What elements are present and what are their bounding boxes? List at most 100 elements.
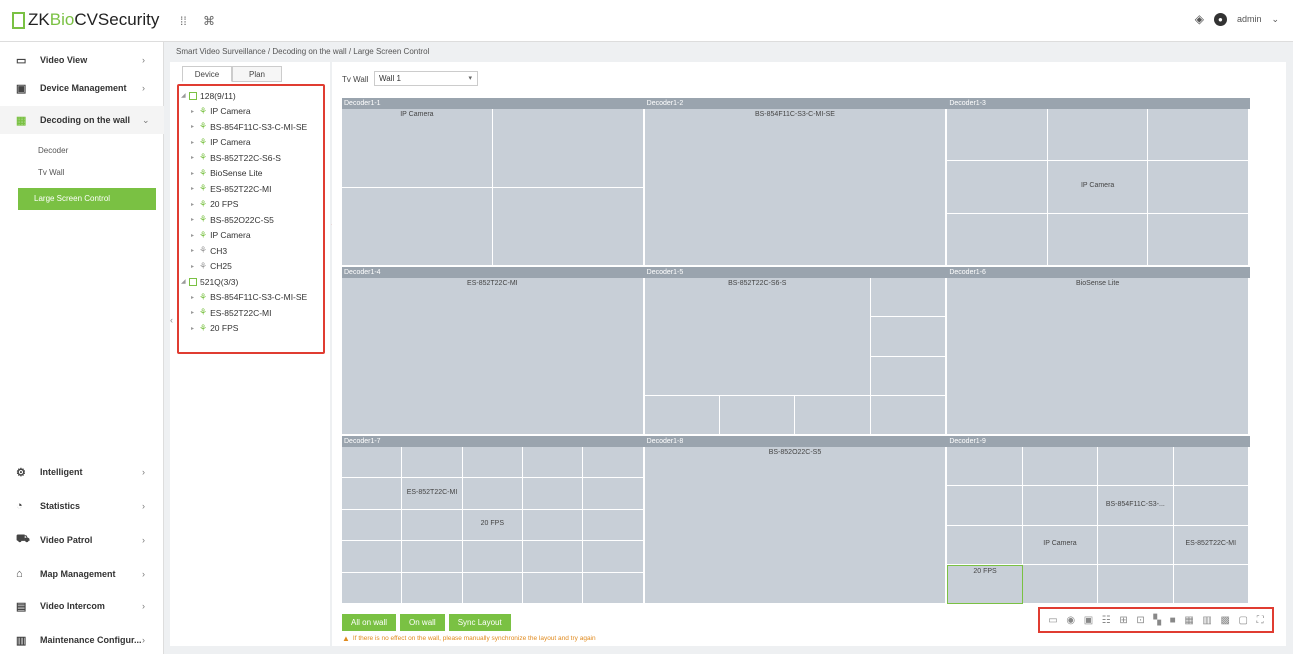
video-window[interactable] <box>947 213 1048 266</box>
tree-group[interactable]: ◢ 521Q(3/3) <box>179 274 323 290</box>
video-window[interactable] <box>523 478 584 510</box>
on-wall-button[interactable]: On wall <box>400 614 445 631</box>
tree-expand-icon[interactable]: ▸ <box>191 170 199 177</box>
sync-layout-button[interactable]: Sync Layout <box>448 614 511 631</box>
video-window[interactable]: IP Camera <box>342 109 493 188</box>
video-window[interactable] <box>492 109 644 188</box>
tree-device[interactable]: ▸ ⚘ ES-852T22C-MI <box>179 305 323 321</box>
tree-expand-icon[interactable]: ▸ <box>191 309 199 316</box>
tree-expand-icon[interactable]: ▸ <box>191 108 199 115</box>
video-window[interactable] <box>523 572 584 604</box>
layout-4-icon[interactable]: ■ <box>1170 615 1176 626</box>
decoder-screen[interactable]: Decoder1-6 BioSense Lite <box>947 267 1250 436</box>
video-window[interactable] <box>1098 564 1174 604</box>
decoder-screen[interactable]: Decoder1-3 IP Camera <box>947 98 1250 267</box>
command-icon[interactable]: ⌘ <box>203 14 215 28</box>
video-window[interactable] <box>870 278 947 318</box>
sidebar-item-maintenance[interactable]: ▥ Maintenance Configur... › <box>0 626 164 654</box>
user-menu[interactable]: admin <box>1237 14 1262 24</box>
sidebar-item-video-intercom[interactable]: ▤ Video Intercom › <box>0 592 164 620</box>
tree-device[interactable]: ▸ ⚘ ES-852T22C-MI <box>179 181 323 197</box>
layout-6-icon[interactable]: ▦ <box>1184 615 1193 626</box>
tree-group[interactable]: ◢ 128(9/11) <box>179 88 323 104</box>
record-icon[interactable]: ◉ <box>1066 615 1075 626</box>
video-window[interactable] <box>1173 486 1249 526</box>
tree-device[interactable]: ▸ ⚘ 20 FPS <box>179 321 323 337</box>
sidebar-item-intelligent[interactable]: ⚙ Intelligent › <box>0 458 164 486</box>
video-window[interactable] <box>947 447 1023 487</box>
video-window[interactable] <box>342 572 403 604</box>
layout-pip-icon[interactable]: ⊡ <box>1136 615 1144 626</box>
tv-wall-select[interactable]: Wall 1 ▾ <box>374 71 478 86</box>
tab-device[interactable]: Device <box>182 66 232 82</box>
video-window[interactable] <box>870 317 947 357</box>
video-window[interactable] <box>462 541 523 573</box>
tree-device[interactable]: ▸ ⚘ IP Camera <box>179 228 323 244</box>
tree-expand-icon[interactable]: ▸ <box>191 232 199 239</box>
video-window[interactable] <box>402 509 463 542</box>
sidebar-subitem-large-screen-control[interactable]: Large Screen Control <box>18 188 156 210</box>
video-window[interactable]: BS-854F11C-S3-C-MI-SE <box>644 109 947 266</box>
video-window[interactable] <box>402 572 463 604</box>
decoder-screen[interactable]: Decoder1-4 ES-852T22C-MI <box>342 267 645 436</box>
video-window[interactable] <box>870 356 947 396</box>
tree-expand-icon[interactable]: ▸ <box>191 216 199 223</box>
tree-device[interactable]: ▸ ⚘ BioSense Lite <box>179 166 323 182</box>
video-window[interactable] <box>342 541 403 573</box>
tree-collapse-icon[interactable]: ◢ <box>181 92 189 99</box>
video-window[interactable] <box>462 478 523 510</box>
video-window[interactable] <box>583 541 644 573</box>
video-window[interactable] <box>342 509 403 542</box>
video-window[interactable] <box>1022 564 1099 604</box>
video-window[interactable]: BS-852T22C-S6-S <box>644 278 871 396</box>
video-window[interactable]: ES-852T22C-MI <box>1173 525 1249 565</box>
video-window[interactable] <box>947 525 1023 565</box>
decoder-screen[interactable]: Decoder1-8 BS-852O22C-S5 <box>644 436 948 605</box>
video-window[interactable] <box>583 509 644 542</box>
layout-1x1-icon[interactable]: ▣ <box>1084 615 1093 626</box>
video-window[interactable] <box>644 395 721 435</box>
video-window[interactable] <box>947 109 1048 162</box>
tree-device[interactable]: ▸ ⚘ BS-852O22C-S5 <box>179 212 323 228</box>
video-window[interactable] <box>342 478 403 510</box>
chevron-down-icon[interactable]: ⌄ <box>1271 14 1279 25</box>
video-window[interactable] <box>462 447 523 479</box>
tree-expand-icon[interactable]: ▸ <box>191 325 199 332</box>
video-window[interactable] <box>492 187 644 266</box>
screen-icon[interactable]: ▭ <box>1048 615 1057 626</box>
video-window[interactable]: ES-852T22C-MI <box>342 278 644 435</box>
sidebar-item-video-patrol[interactable]: ⛟ Video Patrol › <box>0 526 164 554</box>
video-window[interactable] <box>342 447 403 479</box>
video-window[interactable]: BS-852O22C-S5 <box>644 447 947 604</box>
layout-16-icon[interactable]: ▢ <box>1239 615 1248 626</box>
decoder-screen[interactable]: Decoder1-5 BS-852T22C-S6-S <box>644 267 948 436</box>
collapse-panel-icon[interactable]: ‹ <box>170 315 173 325</box>
tree-expand-icon[interactable]: ▸ <box>191 185 199 192</box>
sidebar-item-statistics[interactable]: ◔ Statistics › <box>0 492 164 520</box>
video-window[interactable]: IP Camera <box>1022 525 1099 565</box>
video-window[interactable] <box>402 541 463 573</box>
video-window[interactable] <box>402 447 463 479</box>
video-window[interactable]: ES-852T22C-MI <box>402 478 463 510</box>
video-window[interactable] <box>1173 447 1249 487</box>
sidebar-item-map-management[interactable]: ⌂ Map Management › <box>0 560 164 588</box>
sidebar-subitem-decoder[interactable]: Decoder <box>0 140 164 162</box>
video-window[interactable] <box>1148 213 1249 266</box>
sidebar-item-video-view[interactable]: ▭ Video View › <box>0 46 164 74</box>
video-window[interactable]: IP Camera <box>1047 161 1149 214</box>
layout-8-icon[interactable]: ▥ <box>1202 615 1211 626</box>
layout-1plus5-icon[interactable]: ⊞ <box>1119 615 1127 626</box>
video-window[interactable] <box>1148 161 1249 214</box>
fullscreen-icon[interactable]: ⛶ <box>1257 615 1264 626</box>
app-logo[interactable]: ZK Bio CVSecurity <box>12 10 159 30</box>
video-window[interactable] <box>583 478 644 510</box>
video-window[interactable] <box>1098 525 1174 565</box>
video-window[interactable] <box>523 447 584 479</box>
user-avatar-icon[interactable]: ● <box>1213 12 1227 26</box>
layout-2x2-icon[interactable]: ▚ <box>1153 615 1161 626</box>
sidebar-item-decoding-on-the-wall[interactable]: ▦ Decoding on the wall ⌄ <box>0 106 164 134</box>
tree-expand-icon[interactable]: ▸ <box>191 139 199 146</box>
video-window[interactable] <box>720 395 796 435</box>
video-window[interactable] <box>1148 109 1249 162</box>
video-window[interactable]: 20 FPS <box>947 564 1023 604</box>
